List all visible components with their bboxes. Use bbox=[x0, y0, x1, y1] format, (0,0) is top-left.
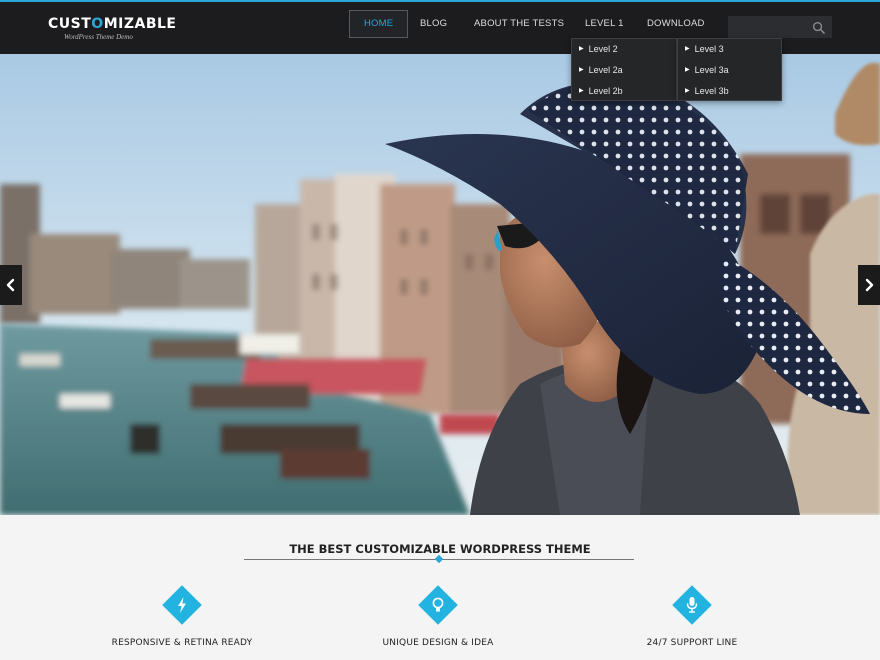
bullet-arrow-icon: ▶ bbox=[579, 88, 584, 94]
slider-next-button[interactable] bbox=[858, 265, 880, 305]
features-section: THE BEST CUSTOMIZABLE WORDPRESS THEME RE… bbox=[0, 515, 880, 660]
dropdown-item-level-3b[interactable]: ▶ Level 3b bbox=[678, 81, 781, 102]
chevron-right-icon bbox=[865, 278, 874, 292]
search-input[interactable] bbox=[729, 17, 809, 37]
microphone-icon bbox=[686, 597, 698, 613]
level-2-dropdown: ▶ Level 3 ▶ Level 3a ▶ Level 3b bbox=[677, 38, 782, 101]
dropdown-item-label: Level 2 bbox=[588, 44, 618, 54]
title-divider-dot bbox=[434, 554, 444, 564]
search-box bbox=[728, 16, 832, 38]
level-1-dropdown: ▶ Level 2 ▶ Level 2a ▶ Level 2b bbox=[571, 38, 677, 101]
logo-title-accent: O bbox=[91, 16, 104, 32]
dropdown-item-level-3[interactable]: ▶ Level 3 bbox=[678, 39, 781, 60]
nav-item-level-1[interactable]: LEVEL 1 bbox=[571, 10, 638, 38]
feature-icon-badge bbox=[672, 585, 712, 625]
feature-unique-design: UNIQUE DESIGN & IDEA bbox=[338, 585, 538, 648]
slider-prev-button[interactable] bbox=[0, 265, 22, 305]
logo-title-end: MIZABLE bbox=[103, 16, 177, 32]
dropdown-item-label: Level 3 bbox=[694, 44, 724, 54]
dropdown-item-level-2b[interactable]: ▶ Level 2b bbox=[572, 81, 676, 102]
chevron-left-icon bbox=[6, 278, 15, 292]
feature-label: UNIQUE DESIGN & IDEA bbox=[382, 638, 494, 648]
feature-icon-badge bbox=[418, 585, 458, 625]
dropdown-item-label: Level 3a bbox=[694, 65, 729, 75]
nav-item-blog[interactable]: BLOG bbox=[406, 10, 461, 38]
section-title: THE BEST CUSTOMIZABLE WORDPRESS THEME bbox=[289, 542, 591, 556]
logo-title-start: CUST bbox=[48, 16, 92, 32]
dropdown-item-label: Level 2a bbox=[588, 65, 623, 75]
dropdown-item-level-2[interactable]: ▶ Level 2 bbox=[572, 39, 676, 60]
logo-subtitle: WordPress Theme Demo bbox=[64, 33, 133, 41]
nav-item-download[interactable]: DOWNLOAD bbox=[633, 10, 719, 38]
feature-icon-badge bbox=[162, 585, 202, 625]
site-logo[interactable]: CUST O MIZABLE WordPress Theme Demo bbox=[48, 16, 178, 41]
search-icon[interactable] bbox=[812, 21, 825, 34]
dropdown-item-label: Level 2b bbox=[588, 86, 623, 96]
bullet-arrow-icon: ▶ bbox=[579, 67, 584, 73]
lightbulb-icon bbox=[432, 597, 444, 612]
feature-responsive: RESPONSIVE & RETINA READY bbox=[82, 585, 282, 648]
dropdown-item-label: Level 3b bbox=[694, 86, 729, 96]
feature-support-line: 24/7 SUPPORT LINE bbox=[592, 585, 792, 648]
hero-slider bbox=[0, 54, 880, 515]
logo-title: CUST O MIZABLE bbox=[48, 16, 178, 32]
bullet-arrow-icon: ▶ bbox=[685, 88, 690, 94]
dropdown-item-level-3a[interactable]: ▶ Level 3a bbox=[678, 60, 781, 81]
dropdown-item-level-2a[interactable]: ▶ Level 2a bbox=[572, 60, 676, 81]
lightning-icon bbox=[178, 597, 186, 613]
nav-item-about-the-tests[interactable]: ABOUT THE TESTS bbox=[460, 10, 578, 38]
feature-label: RESPONSIVE & RETINA READY bbox=[111, 638, 253, 648]
hero-image bbox=[0, 54, 880, 515]
bullet-arrow-icon: ▶ bbox=[685, 67, 690, 73]
nav-item-home[interactable]: HOME bbox=[349, 10, 409, 38]
bullet-arrow-icon: ▶ bbox=[685, 46, 690, 52]
bullet-arrow-icon: ▶ bbox=[579, 46, 584, 52]
feature-label: 24/7 SUPPORT LINE bbox=[646, 638, 738, 648]
